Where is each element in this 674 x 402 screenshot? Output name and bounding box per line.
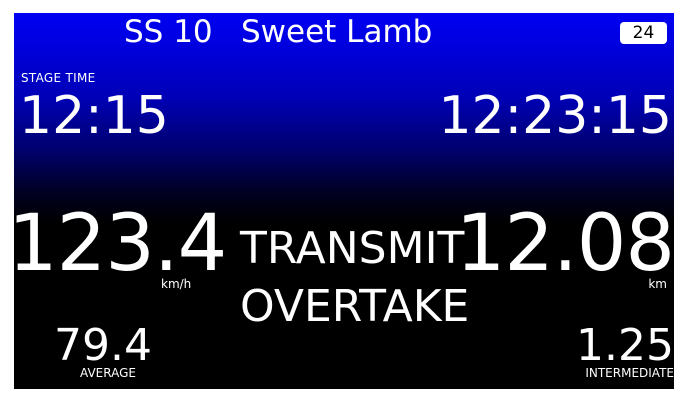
message-line-transmit: TRANSMIT [240,223,465,274]
rally-display-screen: SS 10 Sweet Lamb 24 STAGE TIME 12:15 12:… [14,13,674,389]
stage-name: Sweet Lamb [241,14,433,50]
car-number-badge: 24 [620,22,667,44]
speed-unit: km/h [161,277,192,291]
clock-time-value: 12:23:15 [438,86,672,146]
speed-value: 123.4 [14,199,227,289]
average-speed-value: 79.4 [54,320,152,371]
intermediate-value: 1.25 [576,320,674,371]
stage-number: SS 10 [124,14,213,50]
distance-unit: km [648,277,667,291]
intermediate-label: INTERMEDIATE [585,366,674,380]
distance-value: 12.08 [455,199,674,289]
stage-time-value: 12:15 [19,86,169,146]
message-line-overtake: OVERTAKE [240,281,470,332]
stage-time-label: STAGE TIME [21,71,96,85]
average-speed-label: AVERAGE [80,366,136,380]
